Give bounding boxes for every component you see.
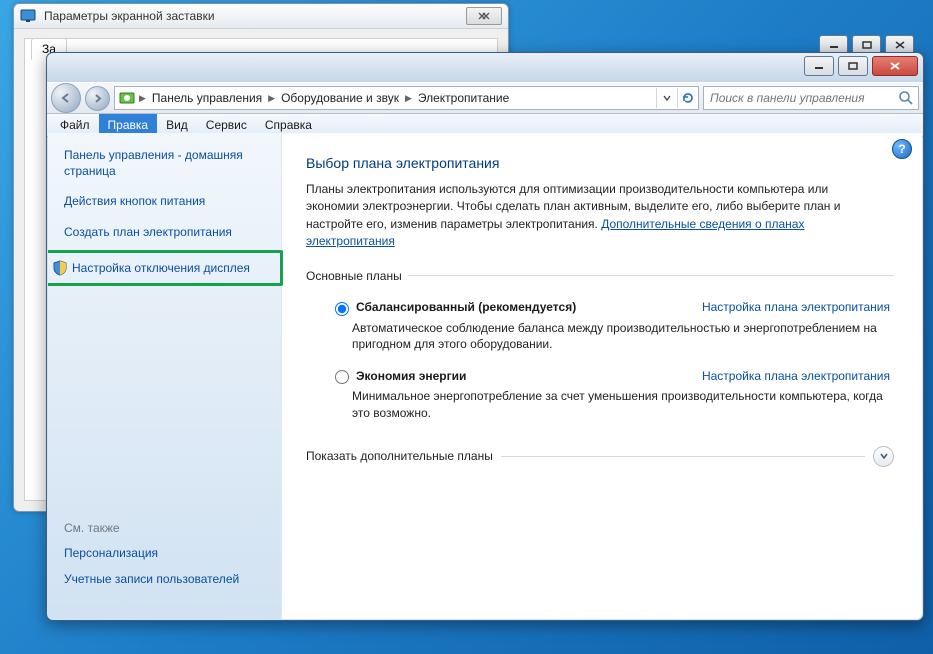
intro-text: Планы электропитания используются для оп… [306, 181, 876, 251]
task-display-off[interactable]: Настройка отключения дисплея [50, 254, 279, 282]
search-box[interactable] [703, 86, 919, 110]
close-button[interactable] [872, 56, 918, 76]
plan-balanced-desc: Автоматическое соблюдение баланса между … [352, 320, 890, 354]
plan-saver-label[interactable]: Экономия энергии [356, 369, 466, 383]
extra-plans-label: Показать дополнительные планы [306, 449, 501, 463]
minimize-button[interactable] [804, 56, 834, 76]
help-icon[interactable]: ? [892, 139, 912, 159]
breadcrumb-2[interactable]: Электропитание [412, 91, 515, 105]
extra-plans-row: Показать дополнительные планы [306, 446, 894, 467]
plan-saver-config-link[interactable]: Настройка плана электропитания [702, 369, 890, 383]
plan-saver-desc: Минимальное энергопотребление за счет ум… [352, 388, 890, 422]
link-personalization[interactable]: Персонализация [64, 545, 271, 561]
screensaver-title: Параметры экранной заставки [40, 9, 466, 23]
main-panel: ? Выбор плана электропитания Планы элект… [282, 133, 922, 619]
plan-saver: Экономия энергии Настройка плана электро… [330, 367, 890, 422]
search-icon [898, 90, 914, 106]
nav-back-button[interactable] [51, 83, 81, 113]
divider [501, 456, 865, 457]
address-dropdown-icon[interactable] [656, 88, 677, 108]
chevron-down-icon [879, 451, 889, 461]
plan-balanced-config-link[interactable]: Настройка плана электропитания [702, 300, 890, 314]
task-display-off-label: Настройка отключения дисплея [72, 261, 250, 275]
breadcrumb-0[interactable]: Панель управления [146, 91, 268, 105]
main-titlebar[interactable] [47, 53, 923, 82]
task-power-buttons[interactable]: Действия кнопок питания [64, 193, 271, 209]
breadcrumb-sep-icon[interactable]: ▶ [139, 93, 146, 104]
plan-balanced-radio[interactable] [335, 302, 349, 316]
refresh-button[interactable] [677, 88, 698, 108]
address-bar[interactable]: ▶ Панель управления ▶ Оборудование и зву… [114, 86, 699, 110]
plan-saver-radio[interactable] [335, 370, 349, 384]
search-input[interactable] [708, 90, 898, 106]
power-options-window: ▶ Панель управления ▶ Оборудование и зву… [46, 52, 924, 621]
nav-forward-button[interactable] [85, 86, 110, 111]
side-panel: Панель управления - домашняя страница Де… [48, 133, 282, 619]
screensaver-close-button[interactable] [466, 7, 502, 25]
breadcrumb-1[interactable]: Оборудование и звук [275, 91, 405, 105]
link-user-accounts[interactable]: Учетные записи пользователей [64, 571, 271, 587]
plan-balanced-label[interactable]: Сбалансированный (рекомендуется) [356, 300, 576, 314]
breadcrumb-sep-icon[interactable]: ▶ [405, 93, 412, 104]
shield-icon [52, 260, 68, 276]
nav-row: ▶ Панель управления ▶ Оборудование и зву… [47, 82, 923, 114]
maximize-button[interactable] [838, 56, 868, 76]
task-create-plan[interactable]: Создать план электропитания [64, 224, 271, 240]
page-heading: Выбор плана электропитания [306, 155, 894, 171]
task-home[interactable]: Панель управления - домашняя страница [64, 147, 271, 179]
plans-group: Основные планы Сбалансированный (рекомен… [306, 269, 894, 436]
control-panel-icon [119, 90, 135, 106]
screensaver-titlebar[interactable]: Параметры экранной заставки [14, 4, 508, 29]
plan-balanced: Сбалансированный (рекомендуется) Настрой… [330, 299, 890, 354]
expand-button[interactable] [873, 446, 894, 467]
breadcrumb-sep-icon[interactable]: ▶ [268, 93, 275, 104]
screensaver-icon [20, 8, 36, 24]
plans-group-label: Основные планы [306, 269, 408, 283]
see-also-label: См. также [64, 521, 271, 535]
